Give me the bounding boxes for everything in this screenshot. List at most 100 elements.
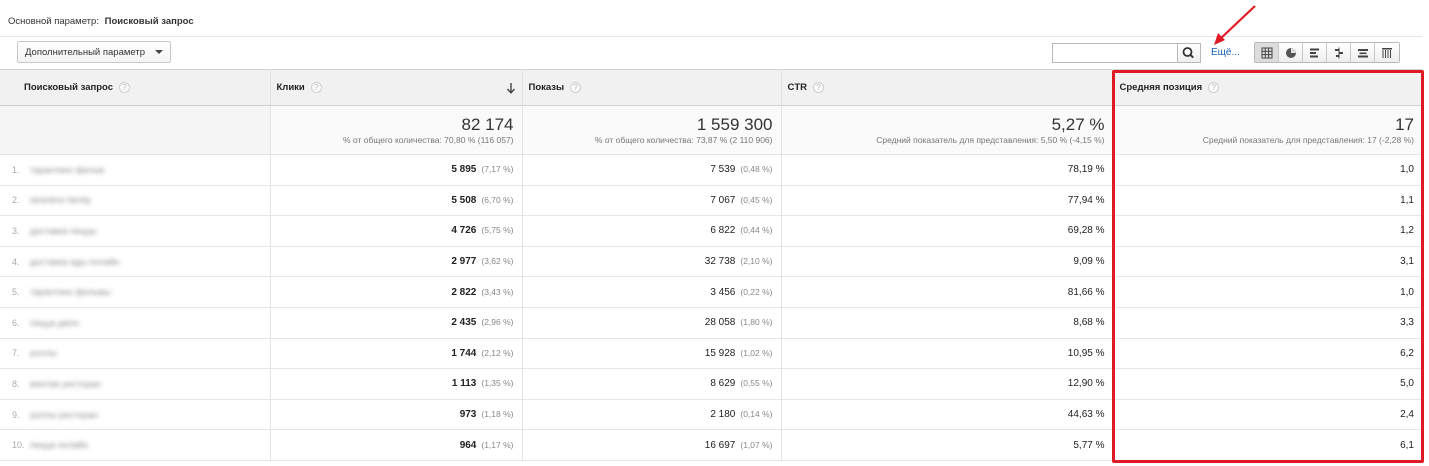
row-index: 9. bbox=[12, 409, 20, 420]
comparison-icon bbox=[1334, 47, 1343, 58]
clicks-value: 1 113 bbox=[451, 378, 477, 390]
clicks-cell: 1 744 (2,12 %) bbox=[270, 338, 523, 370]
table-view-button[interactable] bbox=[1255, 43, 1279, 62]
query-link[interactable]: пицца онлайн bbox=[30, 440, 88, 450]
clicks-value: 4 726 bbox=[451, 225, 477, 237]
table-row[interactable]: 5. тарантино фильмы 2 822 (3,43 %) 3 456 (0,2… bbox=[0, 276, 1422, 308]
query-link[interactable]: пицца джон bbox=[30, 318, 79, 328]
column-header-position[interactable]: Средняя позиция? bbox=[1113, 69, 1422, 106]
view-switcher bbox=[1254, 42, 1400, 63]
position-cell: 1,2 bbox=[1113, 215, 1422, 247]
position-cell: 2,4 bbox=[1113, 399, 1422, 431]
impressions-percent: (2,10 %) bbox=[740, 256, 773, 267]
ctr-value: 8,68 % bbox=[1073, 317, 1105, 329]
help-icon[interactable]: ? bbox=[1208, 81, 1220, 93]
ctr-cell: 69,28 % bbox=[781, 215, 1114, 247]
bar-chart-icon bbox=[1309, 48, 1319, 57]
performance-view-button[interactable] bbox=[1303, 43, 1327, 62]
query-cell[interactable]: 4. доставка еды онлайн bbox=[0, 246, 271, 278]
impressions-percent: (0,14 %) bbox=[740, 409, 773, 420]
impressions-cell: 16 697 (1,07 %) bbox=[522, 429, 782, 461]
help-icon[interactable]: ? bbox=[813, 81, 825, 93]
query-link[interactable]: доставка еды онлайн bbox=[30, 257, 119, 267]
query-link[interactable]: tarantino family bbox=[30, 195, 91, 205]
position-cell: 3,3 bbox=[1113, 307, 1422, 339]
query-cell[interactable]: 8. винтаж ресторан bbox=[0, 368, 271, 400]
comparison-view-button[interactable] bbox=[1327, 43, 1351, 62]
ctr-value: 44,63 % bbox=[1067, 409, 1105, 421]
query-cell[interactable]: 9. роллы ресторан bbox=[0, 399, 271, 431]
help-icon[interactable]: ? bbox=[119, 81, 131, 93]
query-cell[interactable]: 3. доставка пиццы bbox=[0, 215, 271, 247]
table-row[interactable]: 8. винтаж ресторан 1 113 (1,35 %) 8 629 (0,55… bbox=[0, 368, 1422, 400]
table-row[interactable]: 1. тарантино фильм 5 895 (7,17 %) 7 539 (0,48… bbox=[0, 154, 1422, 186]
column-header-ctr[interactable]: CTR? bbox=[781, 69, 1114, 106]
impressions-value: 6 822 bbox=[710, 225, 736, 237]
row-index: 1. bbox=[12, 164, 20, 175]
search-button[interactable] bbox=[1178, 43, 1201, 63]
clicks-value: 2 822 bbox=[451, 286, 477, 298]
column-header-clicks[interactable]: Клики? bbox=[270, 69, 523, 106]
clicks-cell: 5 895 (7,17 %) bbox=[270, 154, 523, 186]
query-link[interactable]: тарантино фильмы bbox=[30, 287, 111, 297]
clicks-percent: (1,35 %) bbox=[481, 378, 514, 389]
advanced-filter-link[interactable]: Ещё... bbox=[1211, 47, 1240, 58]
table-row[interactable]: 6. пицца джон 2 435 (2,96 %) 28 058 (1,80 %) 8… bbox=[0, 307, 1422, 339]
clicks-value: 964 bbox=[459, 439, 477, 451]
query-cell[interactable]: 2. tarantino family bbox=[0, 185, 271, 217]
ctr-value: 78,19 % bbox=[1067, 164, 1105, 176]
position-value: 5,0 bbox=[1400, 378, 1414, 390]
query-cell[interactable]: 1. тарантино фильм bbox=[0, 154, 271, 186]
primary-dimension-value[interactable]: Поисковый запрос bbox=[105, 16, 194, 27]
column-header-impressions[interactable]: Показы? bbox=[522, 69, 782, 106]
table-row[interactable]: 2. tarantino family 5 508 (6,70 %) 7 067 (0,4… bbox=[0, 185, 1422, 217]
impressions-value: 3 456 bbox=[710, 286, 736, 298]
ctr-value: 69,28 % bbox=[1067, 225, 1105, 237]
clicks-percent: (3,62 %) bbox=[481, 256, 514, 267]
query-link[interactable]: роллы ресторан bbox=[30, 410, 98, 420]
query-link[interactable]: тарантино фильм bbox=[30, 165, 104, 175]
help-icon[interactable]: ? bbox=[310, 81, 322, 93]
column-header-query[interactable]: Поисковый запрос? bbox=[0, 69, 271, 106]
table-row[interactable]: 9. роллы ресторан 973 (1,18 %) 2 180 (0,14 %)… bbox=[0, 399, 1422, 431]
impressions-value: 28 058 bbox=[704, 317, 736, 329]
impressions-percent: (1,07 %) bbox=[740, 439, 773, 450]
chevron-down-icon bbox=[155, 50, 163, 54]
table-row[interactable]: 3. доставка пиццы 4 726 (5,75 %) 6 822 (0,44 … bbox=[0, 215, 1422, 247]
table-search-input[interactable] bbox=[1052, 43, 1178, 63]
clicks-cell: 973 (1,18 %) bbox=[270, 399, 523, 431]
position-value: 1,2 bbox=[1400, 225, 1414, 237]
query-cell[interactable]: 5. тарантино фильмы bbox=[0, 276, 271, 308]
ctr-cell: 5,77 % bbox=[781, 429, 1114, 461]
secondary-dimension-dropdown[interactable]: Дополнительный параметр bbox=[17, 41, 171, 63]
clicks-cell: 5 508 (6,70 %) bbox=[270, 185, 523, 217]
primary-dimension-label: Основной параметр: bbox=[8, 16, 99, 27]
table-row[interactable]: 4. доставка еды онлайн 2 977 (3,62 %) 32 738… bbox=[0, 246, 1422, 278]
query-link[interactable]: роллы bbox=[30, 348, 57, 358]
impressions-cell: 7 067 (0,45 %) bbox=[522, 185, 782, 217]
pie-view-button[interactable] bbox=[1279, 43, 1303, 62]
row-index: 8. bbox=[12, 378, 20, 389]
position-value: 6,2 bbox=[1400, 347, 1414, 359]
query-cell[interactable]: 6. пицца джон bbox=[0, 307, 271, 339]
table-row[interactable]: 7. роллы 1 744 (2,12 %) 15 928 (1,02 %) 10,95 … bbox=[0, 338, 1422, 370]
ctr-value: 5,77 % bbox=[1073, 439, 1105, 451]
pivot-view-button[interactable] bbox=[1375, 43, 1399, 62]
position-cell: 6,2 bbox=[1113, 338, 1422, 370]
impressions-value: 15 928 bbox=[704, 347, 736, 359]
totals-label-cell bbox=[0, 105, 271, 155]
totals-clicks: 82 174% от общего количества: 70,80 % (1… bbox=[270, 105, 523, 155]
table-row[interactable]: 10. пицца онлайн 964 (1,17 %) 16 697 (1,07 %)… bbox=[0, 429, 1422, 461]
query-link[interactable]: винтаж ресторан bbox=[30, 379, 101, 389]
impressions-cell: 2 180 (0,14 %) bbox=[522, 399, 782, 431]
ctr-value: 12,90 % bbox=[1067, 378, 1105, 390]
impressions-value: 7 067 bbox=[710, 194, 736, 206]
query-cell[interactable]: 10. пицца онлайн bbox=[0, 429, 271, 461]
impressions-cell: 7 539 (0,48 %) bbox=[522, 154, 782, 186]
impressions-percent: (0,48 %) bbox=[740, 164, 773, 175]
help-icon[interactable]: ? bbox=[570, 81, 582, 93]
term-cloud-view-button[interactable] bbox=[1351, 43, 1375, 62]
query-link[interactable]: доставка пиццы bbox=[30, 226, 97, 236]
totals-position: 17 Средний показатель для представления: … bbox=[1113, 105, 1422, 155]
query-cell[interactable]: 7. роллы bbox=[0, 338, 271, 370]
